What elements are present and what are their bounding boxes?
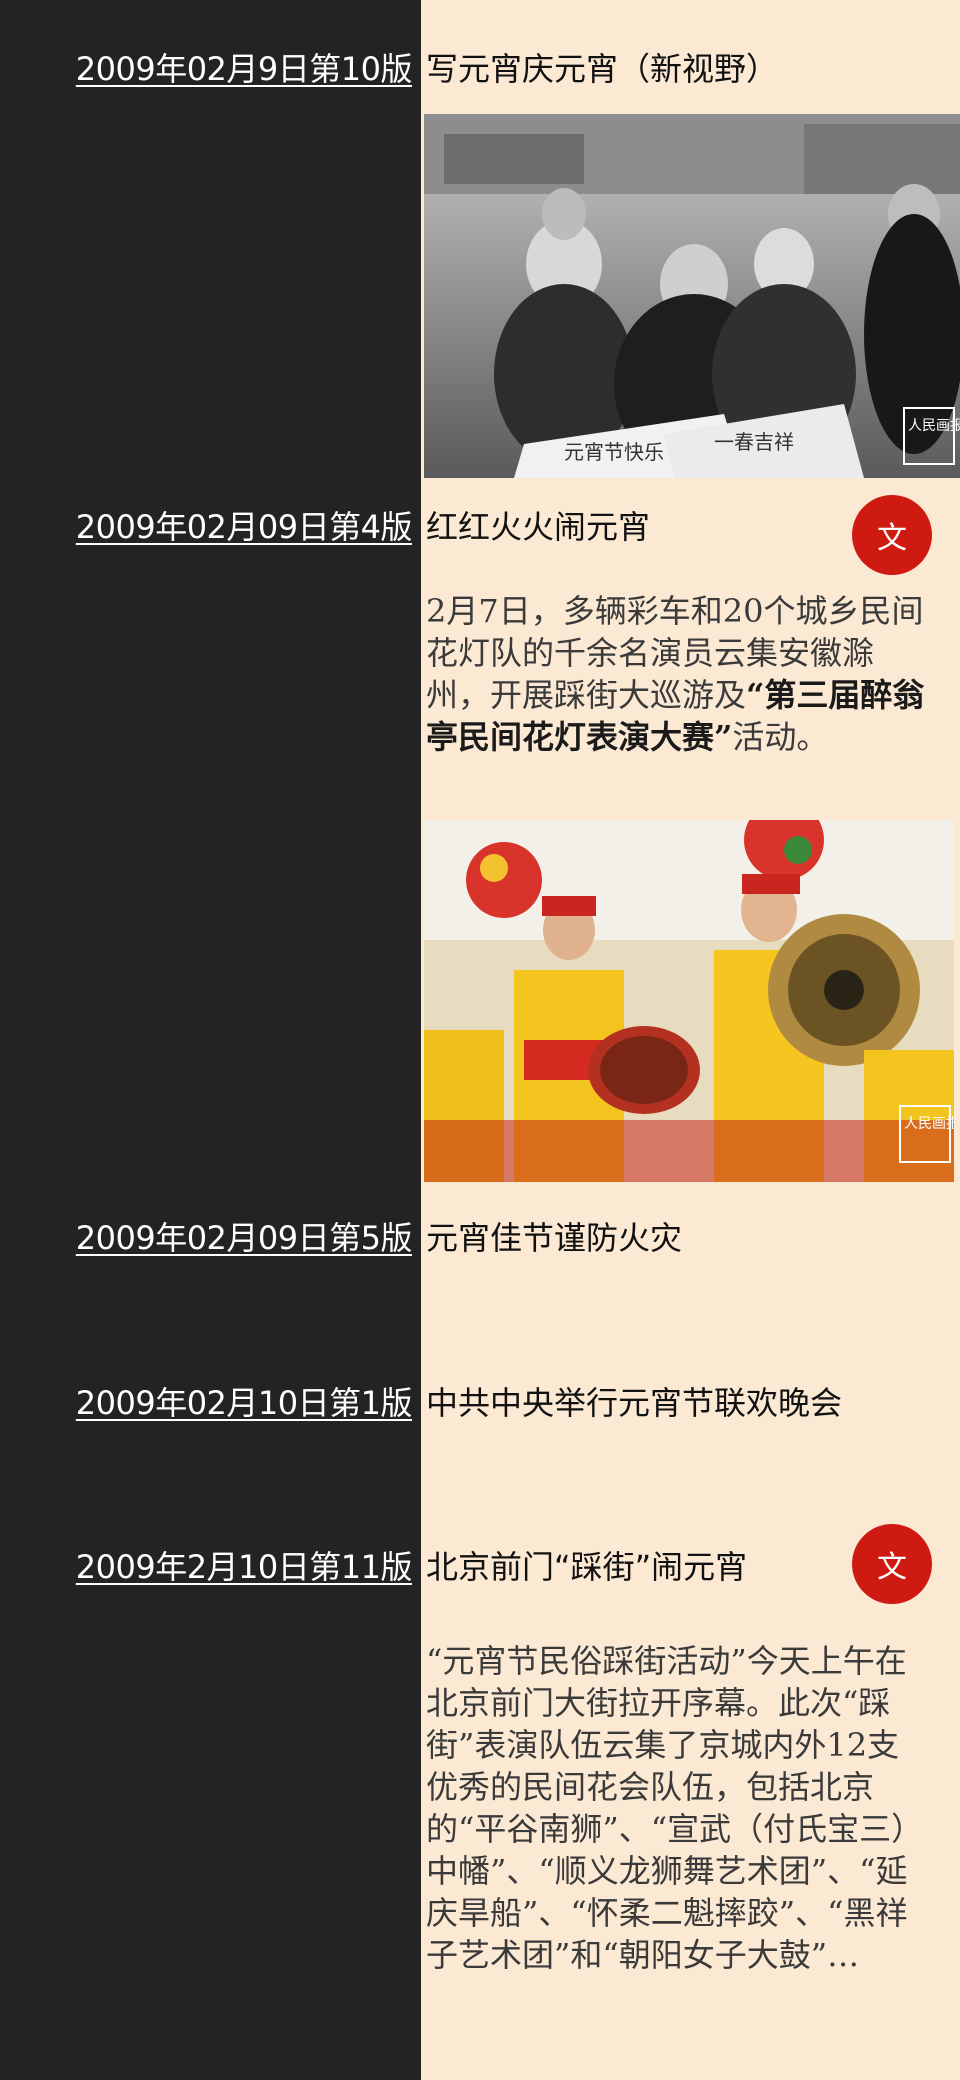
watermark: 人民画报 [908,418,960,434]
entry-title[interactable]: 中共中央举行元宵节联欢晚会 [426,1378,842,1424]
entry-title[interactable]: 红红火火闹元宵 [426,502,650,548]
svg-text:元宵节快乐: 元宵节快乐 [564,440,664,464]
calligraphy-photo[interactable]: 元宵节快乐 一春吉祥 人民画报 [424,114,960,478]
entry-title[interactable]: 北京前门“踩街”闹元宵 [426,1542,747,1588]
svg-text:一春吉祥: 一春吉祥 [714,430,794,454]
drummers-photo[interactable]: 人民画报 [424,820,954,1182]
watermark: 人民画报 [904,1116,954,1132]
entry-summary: “元宵节民俗踩街活动”今天上午在北京前门大街拉开序幕。此次“踩街”表演队伍云集了… [426,1642,924,1974]
entry-date-link[interactable]: 2009年2月10日第11版 [76,1542,413,1588]
entry-title[interactable]: 写元宵庆元宵（新视野） [426,44,778,90]
entry-title[interactable]: 元宵佳节谨防火灾 [426,1213,682,1259]
entry-date-link[interactable]: 2009年02月09日第5版 [76,1213,413,1259]
date-column [0,0,421,2080]
entry-date-link[interactable]: 2009年02月9日第10版 [76,44,413,90]
text-badge-icon[interactable]: 文 [852,1524,932,1604]
entry-date-link[interactable]: 2009年02月09日第4版 [76,502,413,548]
text-badge-icon[interactable]: 文 [852,495,932,575]
entry-summary: 2月7日，多辆彩车和20个城乡民间花灯队的千余名演员云集安徽滁州，开展踩街大巡游… [426,592,925,756]
entry-date-link[interactable]: 2009年02月10日第1版 [76,1378,413,1424]
